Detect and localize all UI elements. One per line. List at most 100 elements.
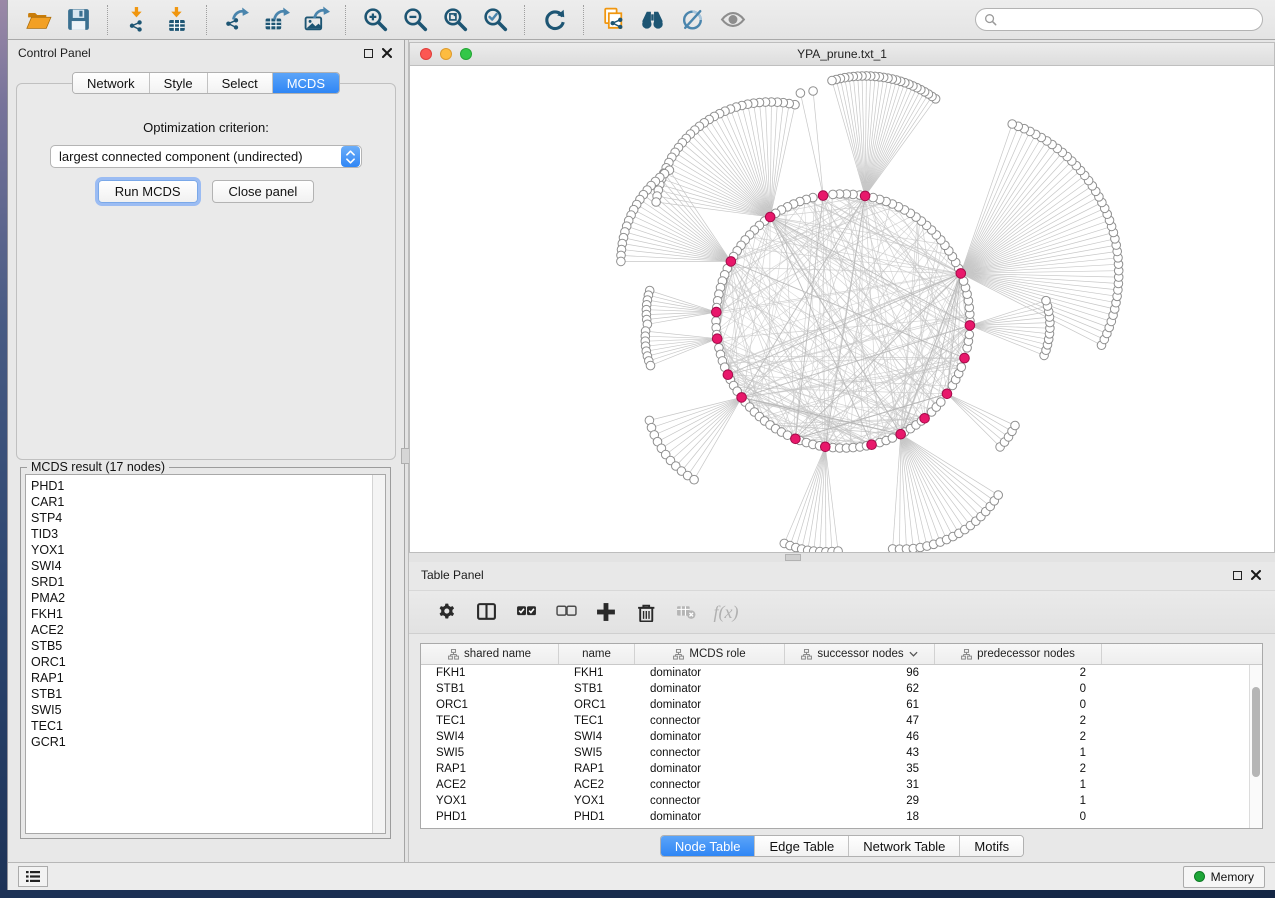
zoom-fit-icon[interactable]: [440, 5, 470, 35]
mcds-hub-node[interactable]: [821, 442, 831, 452]
table-row[interactable]: STB1STB1dominator620: [421, 681, 1249, 697]
table-cell[interactable]: connector: [635, 793, 785, 809]
mcds-result-item[interactable]: FKH1: [26, 606, 385, 622]
network-node[interactable]: [828, 76, 837, 85]
table-cell[interactable]: 1: [935, 777, 1102, 793]
table-cell[interactable]: STB1: [559, 681, 635, 697]
mcds-result-item[interactable]: STB5: [26, 638, 385, 654]
network-node[interactable]: [834, 547, 843, 552]
zoom-selected-icon[interactable]: [480, 5, 510, 35]
tab-mcds[interactable]: MCDS: [273, 73, 339, 93]
network-node[interactable]: [888, 434, 897, 443]
horizontal-splitter[interactable]: [409, 553, 1275, 562]
mcds-result-item[interactable]: GCR1: [26, 734, 385, 750]
mcds-result-item[interactable]: TID3: [26, 526, 385, 542]
table-cell[interactable]: 2: [935, 761, 1102, 777]
float-panel-icon[interactable]: [364, 49, 373, 58]
export-table-icon[interactable]: [261, 5, 291, 35]
table-cell[interactable]: 2: [935, 729, 1102, 745]
table-cell[interactable]: ACE2: [559, 777, 635, 793]
table-cell[interactable]: 35: [785, 761, 935, 777]
mcds-hub-node[interactable]: [860, 191, 870, 201]
mcds-hub-node[interactable]: [942, 389, 952, 399]
mcds-result-item[interactable]: ORC1: [26, 654, 385, 670]
table-row[interactable]: RAP1RAP1dominator352: [421, 761, 1249, 777]
close-table-panel-icon[interactable]: [1251, 570, 1261, 580]
column-header-successor-nodes[interactable]: successor nodes: [785, 644, 935, 664]
mcds-result-item[interactable]: STB1: [26, 686, 385, 702]
table-row[interactable]: TEC1TEC1connector472: [421, 713, 1249, 729]
table-cell[interactable]: 62: [785, 681, 935, 697]
table-cell[interactable]: dominator: [635, 697, 785, 713]
mcds-result-item[interactable]: RAP1: [26, 670, 385, 686]
run-mcds-button[interactable]: Run MCDS: [98, 180, 198, 203]
mcds-result-item[interactable]: SWI5: [26, 702, 385, 718]
import-table-icon[interactable]: [162, 5, 192, 35]
add-column-icon[interactable]: [589, 597, 623, 627]
memory-button[interactable]: Memory: [1183, 866, 1265, 888]
table-cell[interactable]: ACE2: [421, 777, 559, 793]
table-row[interactable]: FKH1FKH1dominator962: [421, 665, 1249, 681]
mcds-result-item[interactable]: YOX1: [26, 542, 385, 558]
table-cell[interactable]: SWI5: [559, 745, 635, 761]
copy-network-icon[interactable]: [598, 5, 628, 35]
table-cell[interactable]: 31: [785, 777, 935, 793]
table-cell[interactable]: RAP1: [421, 761, 559, 777]
table-cell[interactable]: 29: [785, 793, 935, 809]
table-row[interactable]: ORC1ORC1dominator610: [421, 697, 1249, 713]
mcds-hub-node[interactable]: [791, 434, 801, 444]
tab-select[interactable]: Select: [208, 73, 273, 93]
mcds-hub-node[interactable]: [818, 191, 828, 201]
delete-column-icon[interactable]: [629, 597, 663, 627]
open-file-icon[interactable]: [23, 5, 53, 35]
network-graph[interactable]: [410, 66, 1274, 552]
network-node[interactable]: [957, 363, 966, 372]
refresh-view-icon[interactable]: [539, 5, 569, 35]
export-network-icon[interactable]: [221, 5, 251, 35]
network-node[interactable]: [690, 475, 699, 484]
mcds-hub-node[interactable]: [765, 212, 775, 222]
save-session-icon[interactable]: [63, 5, 93, 35]
table-cell[interactable]: ORC1: [559, 697, 635, 713]
mcds-result-item[interactable]: STP4: [26, 510, 385, 526]
import-network-icon[interactable]: [122, 5, 152, 35]
network-node[interactable]: [652, 198, 661, 207]
table-cell[interactable]: FKH1: [559, 665, 635, 681]
mcds-hub-node[interactable]: [960, 353, 970, 363]
mcds-result-item[interactable]: PMA2: [26, 590, 385, 606]
mcds-list-scrollbar[interactable]: [372, 475, 385, 833]
table-row[interactable]: PHD1PHD1dominator180: [421, 809, 1249, 825]
table-cell[interactable]: connector: [635, 745, 785, 761]
tab-network-table[interactable]: Network Table: [849, 836, 960, 856]
table-cell[interactable]: 47: [785, 713, 935, 729]
table-cell[interactable]: dominator: [635, 809, 785, 825]
select-all-icon[interactable]: [509, 597, 543, 627]
table-cell[interactable]: PHD1: [421, 809, 559, 825]
network-node[interactable]: [829, 190, 838, 199]
tab-motifs[interactable]: Motifs: [960, 836, 1023, 856]
mcds-result-item[interactable]: TEC1: [26, 718, 385, 734]
table-cell[interactable]: 18: [785, 809, 935, 825]
attribute-settings-icon[interactable]: [429, 597, 463, 627]
network-node[interactable]: [809, 87, 818, 96]
mcds-result-item[interactable]: SRD1: [26, 574, 385, 590]
binoculars-icon[interactable]: [638, 5, 668, 35]
table-cell[interactable]: TEC1: [421, 713, 559, 729]
table-row[interactable]: YOX1YOX1connector291: [421, 793, 1249, 809]
network-node[interactable]: [937, 398, 946, 407]
table-cell[interactable]: STB1: [421, 681, 559, 697]
mcds-hub-node[interactable]: [737, 393, 747, 403]
table-cell[interactable]: 2: [935, 713, 1102, 729]
deselect-all-icon[interactable]: [549, 597, 583, 627]
table-scrollbar-thumb[interactable]: [1252, 687, 1260, 777]
table-cell[interactable]: ORC1: [421, 697, 559, 713]
column-header-predecessor-nodes[interactable]: predecessor nodes: [935, 644, 1102, 664]
table-cell[interactable]: 1: [935, 745, 1102, 761]
network-node[interactable]: [617, 257, 626, 266]
close-panel-button[interactable]: Close panel: [212, 180, 315, 203]
tab-network[interactable]: Network: [73, 73, 150, 93]
minimize-window-icon[interactable]: [440, 48, 452, 60]
search-input[interactable]: [997, 12, 1254, 28]
mcds-result-item[interactable]: CAR1: [26, 494, 385, 510]
mcds-hub-node[interactable]: [956, 269, 966, 279]
